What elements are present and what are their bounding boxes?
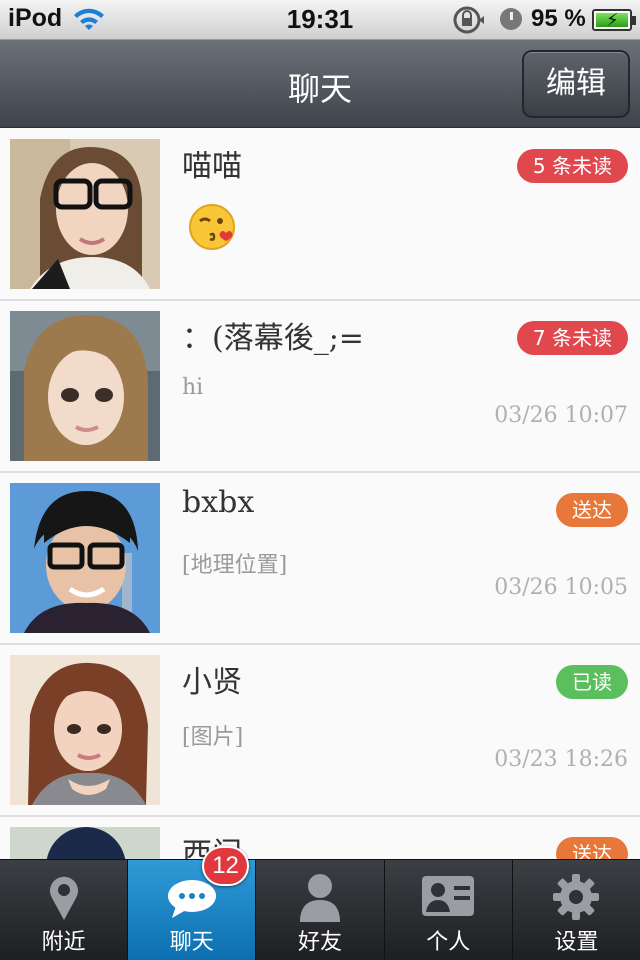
tab-label: 个人 [426,930,471,955]
contact-name: ：(落幕後_;= [182,321,364,356]
contact-name: 小贤 [182,665,242,700]
chat-row[interactable]: 小贤 [图片] 03/23 18:26 已读 [0,645,640,817]
unread-badge: 7 条未读 [516,321,628,355]
tab-bar: 附近 12 聊天 好友 个人 设置 [0,846,640,960]
chat-row[interactable]: 西门 送达 [0,817,640,859]
tab-nearby[interactable]: 附近 [0,860,129,960]
avatar [10,311,160,461]
profile-card-icon [422,876,475,916]
avatar [10,827,160,859]
contact-name: 喵喵 [182,149,242,184]
tab-label: 好友 [298,930,343,955]
chat-row[interactable]: 喵喵 5 条未读 [0,129,640,301]
battery-charging-icon: ⚡ [592,9,636,31]
person-icon [300,874,340,922]
message-preview: [图片] [182,725,244,750]
rotation-lock-icon [453,6,484,34]
alarm-icon [500,8,522,30]
location-pin-icon [49,876,78,920]
message-preview: hi [182,375,204,400]
message-timestamp: 03/23 18:26 [494,747,628,772]
navigation-bar: 聊天 编辑 [0,40,640,128]
unread-badge: 5 条未读 [516,149,628,183]
read-badge: 已读 [556,665,628,699]
tab-label: 聊天 [169,930,214,955]
avatar [10,655,160,805]
chat-list[interactable]: 喵喵 5 条未读 ：(落幕後_;= hi 03/26 10:07 7 条未读 b… [0,129,640,859]
delivered-badge: 送达 [556,837,628,859]
delivered-badge: 送达 [556,493,628,527]
avatar [10,483,160,633]
tab-chat[interactable]: 12 聊天 [128,846,257,960]
message-timestamp: 03/26 10:05 [494,575,628,600]
avatar [10,139,160,289]
tab-profile[interactable]: 个人 [385,860,513,960]
chat-row[interactable]: ：(落幕後_;= hi 03/26 10:07 7 条未读 [0,301,640,473]
message-preview: [地理位置] [182,553,288,578]
message-timestamp: 03/26 10:07 [494,403,628,428]
tab-label: 附近 [41,930,86,955]
tab-label: 设置 [554,930,599,955]
chat-row[interactable]: bxbx [地理位置] 03/26 10:05 送达 [0,473,640,645]
unread-count-badge: 12 [202,846,249,886]
tab-friends[interactable]: 好友 [256,860,385,960]
gear-icon [553,874,600,920]
contact-name: bxbx [182,485,255,520]
charging-bolt-icon: ⚡ [606,10,619,31]
kissing-face-emoji-icon [189,204,235,250]
tab-settings[interactable]: 设置 [513,860,640,960]
edit-button[interactable]: 编辑 [522,50,630,118]
status-bar: iPod 19:31 95 % ⚡ [0,0,640,40]
battery-percent: 95 % [531,5,586,32]
